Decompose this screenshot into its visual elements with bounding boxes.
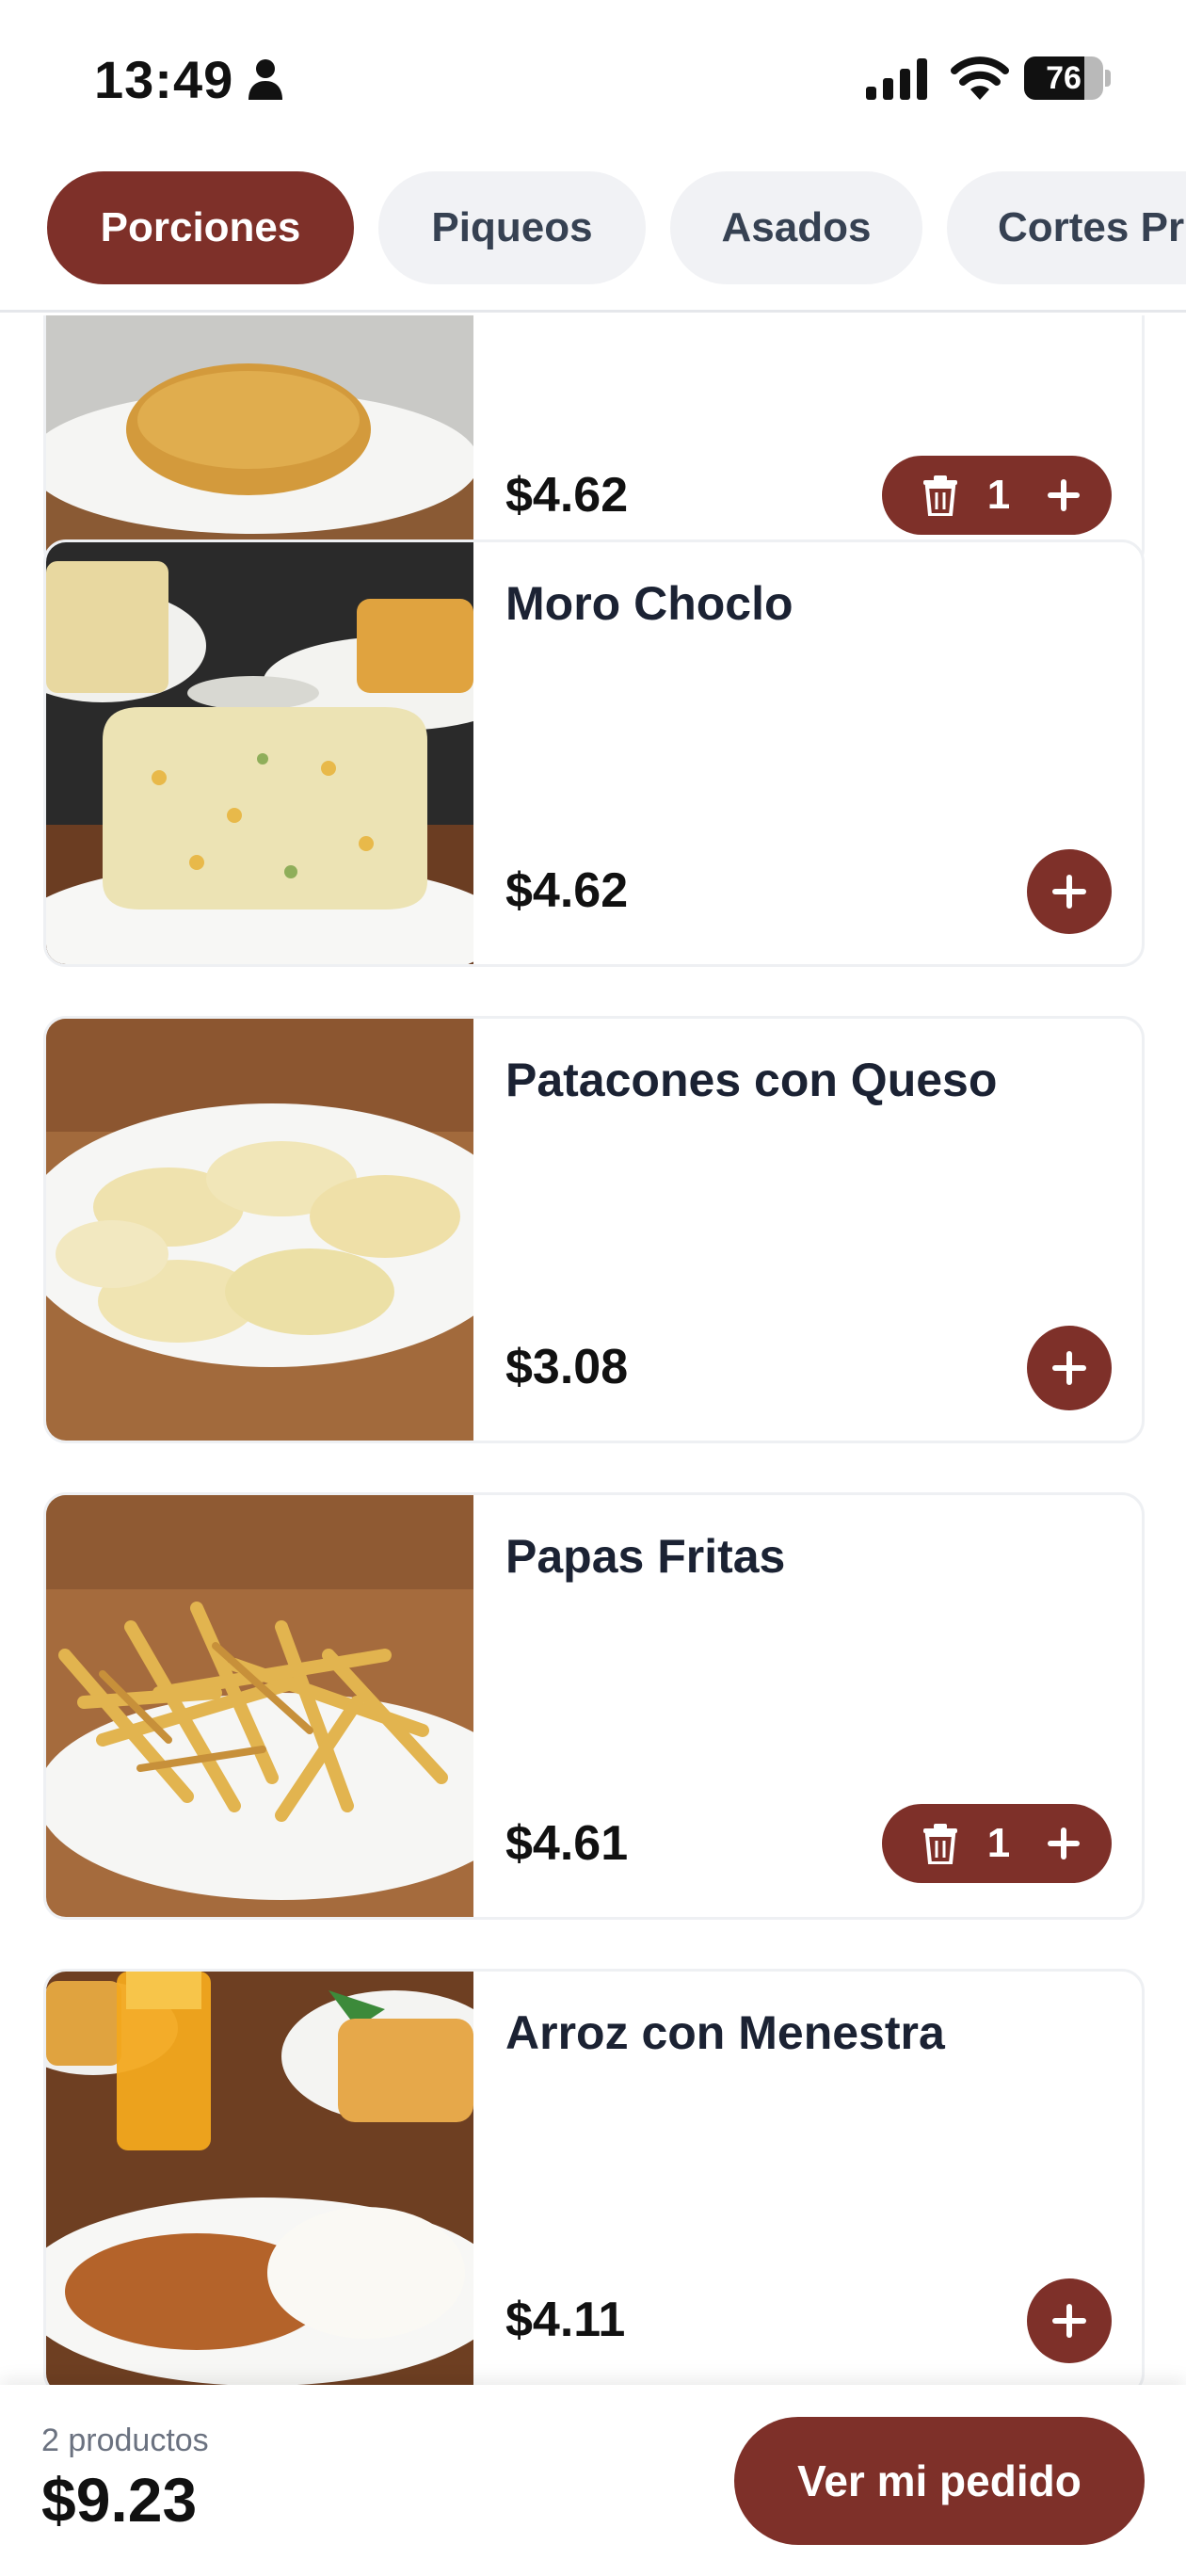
product-image (46, 1019, 473, 1441)
tab-cortes[interactable]: Cortes Pr (947, 171, 1186, 284)
quantity-stepper[interactable]: 1 (882, 1804, 1112, 1883)
plus-icon (1052, 875, 1086, 909)
cart-count: 2 productos (41, 2423, 209, 2458)
add-button[interactable] (1027, 2278, 1112, 2363)
add-button[interactable] (1027, 849, 1112, 934)
view-order-button[interactable]: Ver mi pedido (734, 2417, 1145, 2545)
battery-icon: 76 (1024, 56, 1111, 100)
product-name: Moro Choclo (505, 577, 793, 630)
product-card[interactable]: Moro Choclo $4.62 (43, 539, 1145, 967)
plus-icon[interactable] (1048, 479, 1080, 511)
battery-label: 76 (1046, 60, 1082, 96)
status-bar: 13:49 76 (0, 0, 1186, 160)
signal-icon (866, 58, 927, 100)
trash-icon[interactable] (920, 1823, 961, 1864)
product-image (46, 1972, 473, 2385)
cart-total: $9.23 (41, 2465, 198, 2535)
product-image (46, 542, 473, 964)
trash-icon[interactable] (920, 475, 961, 516)
tab-porciones[interactable]: Porciones (47, 171, 354, 284)
cart-summary-bar: 2 productos $9.23 Ver mi pedido (0, 2385, 1186, 2576)
product-price: $4.11 (505, 2293, 626, 2347)
add-button[interactable] (1027, 1326, 1112, 1410)
wifi-icon (951, 56, 1009, 100)
product-price: $4.62 (505, 468, 629, 523)
product-card[interactable]: Arroz con Menestra $4.11 (43, 1969, 1145, 2385)
product-image (46, 315, 473, 569)
plus-icon[interactable] (1048, 1827, 1080, 1860)
product-card[interactable]: Patacones con Queso $3.08 (43, 1016, 1145, 1443)
product-price: $3.08 (505, 1340, 629, 1394)
product-card[interactable]: Papas Fritas $4.61 1 (43, 1492, 1145, 1920)
product-name: Patacones con Queso (505, 1054, 998, 1106)
person-icon (248, 59, 282, 100)
tab-asados[interactable]: Asados (670, 171, 922, 284)
product-name: Papas Fritas (505, 1530, 786, 1583)
plus-icon (1052, 2304, 1086, 2338)
product-price: $4.62 (505, 863, 629, 918)
product-name: Arroz con Menestra (505, 2006, 945, 2059)
product-card[interactable]: $4.62 1 (43, 315, 1145, 572)
product-price: $4.61 (505, 1816, 629, 1871)
quantity-value: 1 (986, 1820, 1011, 1866)
quantity-value: 1 (986, 472, 1011, 518)
category-tabs: Porciones Piqueos Asados Cortes Pr (0, 160, 1186, 313)
tab-piqueos[interactable]: Piqueos (378, 171, 646, 284)
quantity-stepper[interactable]: 1 (882, 456, 1112, 535)
product-image (46, 1495, 473, 1917)
plus-icon (1052, 1351, 1086, 1385)
product-list: $4.62 1 Moro Choclo $4.62 Patacones con … (0, 315, 1186, 2385)
status-time: 13:49 (94, 50, 234, 109)
